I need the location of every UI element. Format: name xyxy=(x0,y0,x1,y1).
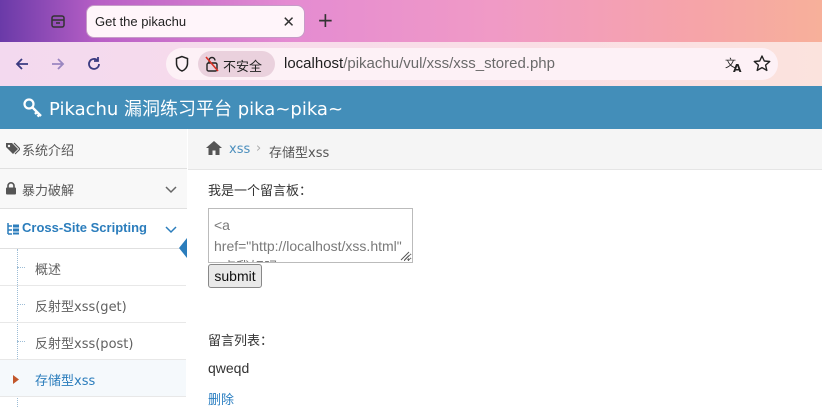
url-text[interactable]: localhost/pikachu/vul/xss/xss_stored.php xyxy=(284,55,555,72)
sidebar-subitem-reflected-post[interactable]: 反射型xss(post) xyxy=(0,323,186,360)
sidebar-subitem-label: 反射型xss(get) xyxy=(35,300,127,315)
submit-button[interactable]: submit xyxy=(208,264,262,288)
svg-text:A: A xyxy=(733,62,742,74)
bookmark-star-icon[interactable] xyxy=(752,54,772,78)
tab-title: Get the pikachu xyxy=(95,14,187,29)
site-info-shield-icon[interactable] xyxy=(174,55,190,77)
translate-icon[interactable]: 文A xyxy=(724,54,744,78)
lock-icon xyxy=(5,182,17,199)
site-title[interactable]: Pikachu 漏洞练习平台 pika~pika~ xyxy=(49,95,343,121)
sidebar-subitem-label: 反射型xss(post) xyxy=(35,337,134,352)
url-path: /pikachu/vul/xss/xss_stored.php xyxy=(343,55,555,72)
xss-submenu: 概述 反射型xss(get) 反射型xss(post) 存储型xss xyxy=(0,249,187,407)
sidebar-item-intro[interactable]: 系统介绍 xyxy=(0,129,187,169)
message-textarea[interactable]: <a href="http://localhost/xss.html">点我好吗… xyxy=(208,208,413,263)
active-item-pointer xyxy=(179,238,187,258)
tab-close-icon[interactable]: ✕ xyxy=(282,12,295,32)
tree-icon xyxy=(5,222,20,239)
tree-connector xyxy=(17,304,25,305)
message-board-label: 我是一个留言板： xyxy=(208,184,313,199)
address-bar[interactable]: 不安全 localhost/pikachu/vul/xss/xss_stored… xyxy=(166,48,778,80)
sidebar-subitem-label: 概述 xyxy=(35,263,62,278)
security-label: 不安全 xyxy=(223,60,263,75)
chevron-down-icon xyxy=(165,223,177,238)
new-tab-button[interactable]: + xyxy=(317,9,334,31)
sidebar-subitem-overview[interactable]: 概述 xyxy=(0,249,186,286)
back-arrow-icon[interactable] xyxy=(10,52,34,76)
forward-arrow-icon[interactable] xyxy=(46,52,70,76)
chevron-down-icon xyxy=(165,183,177,198)
tree-connector xyxy=(17,341,25,342)
sidebar-item-bruteforce[interactable]: 暴力破解 xyxy=(0,169,187,209)
sidebar-item-label: Cross-Site Scripting xyxy=(22,220,147,235)
site-header: Pikachu 漏洞练习平台 pika~pika~ xyxy=(0,86,822,129)
sidebar-subitem-stored[interactable]: 存储型xss xyxy=(0,360,186,397)
browser-tabstrip: Get the pikachu ✕ + xyxy=(0,0,822,42)
message-item: qweqd xyxy=(208,360,250,376)
tag-icon xyxy=(5,142,21,159)
reload-icon[interactable] xyxy=(82,52,106,76)
home-icon[interactable] xyxy=(205,140,223,160)
breadcrumb-link-xss[interactable]: xss xyxy=(229,142,250,157)
browser-tab-active[interactable]: Get the pikachu ✕ xyxy=(86,5,305,38)
tab-groups-icon[interactable] xyxy=(46,10,70,32)
url-host: localhost xyxy=(284,55,344,72)
breadcrumb-current: 存储型xss xyxy=(269,146,330,161)
tree-connector xyxy=(17,267,25,268)
sidebar-subitem-label: 存储型xss xyxy=(35,374,96,389)
sidebar-subitem-reflected-get[interactable]: 反射型xss(get) xyxy=(0,286,186,323)
message-list-label: 留言列表： xyxy=(208,334,274,349)
sidebar-item-xss[interactable]: Cross-Site Scripting xyxy=(0,209,187,249)
sidebar: 系统介绍 暴力破解 Cross-Site Scripting 概述 反射型xss… xyxy=(0,129,187,407)
broken-lock-icon xyxy=(205,56,219,76)
caret-right-icon xyxy=(13,373,19,388)
sidebar-item-label: 暴力破解 xyxy=(22,184,75,199)
breadcrumb-separator: › xyxy=(256,141,262,156)
breadcrumb: xss › 存储型xss xyxy=(188,129,822,170)
delete-message-link[interactable]: 删除 xyxy=(208,389,234,407)
sidebar-item-label: 系统介绍 xyxy=(22,144,75,159)
resize-grip-icon[interactable] xyxy=(398,249,410,265)
key-icon xyxy=(22,97,44,123)
security-status-chip[interactable]: 不安全 xyxy=(198,51,275,77)
browser-toolbar: 不安全 localhost/pikachu/vul/xss/xss_stored… xyxy=(0,42,822,86)
